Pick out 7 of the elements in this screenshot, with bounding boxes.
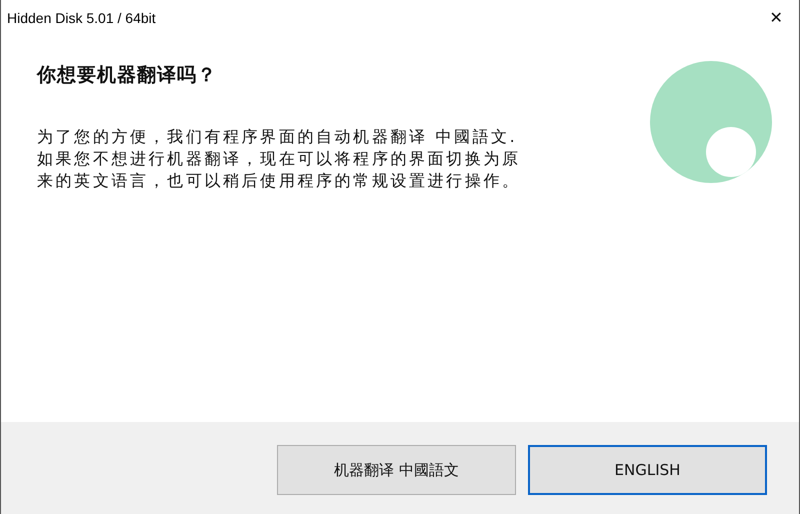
translate-button[interactable]: 机器翻译 中國語文 [277, 445, 516, 495]
english-button[interactable]: ENGLISH [528, 445, 767, 495]
close-button[interactable]: ✕ [753, 2, 799, 34]
dialog-heading: 你想要机器翻译吗？ [37, 63, 218, 88]
window-title: Hidden Disk 5.01 / 64bit [6, 10, 156, 26]
logo-icon [649, 60, 773, 184]
message-text: 为了您的方便，我们有程序界面的自动机器翻译 中國語文. 如果您不想进行机器翻译，现在可以将程序的界面切换为原 来的英文语言，也可以稍后使用程序的常规设置进行操作。 [37, 126, 521, 192]
